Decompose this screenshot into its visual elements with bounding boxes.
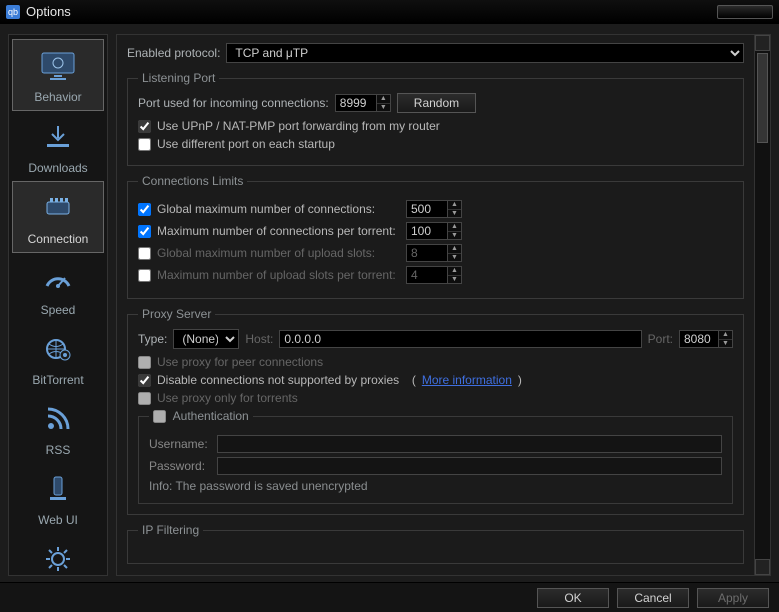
- random-port-button[interactable]: Random: [397, 93, 476, 113]
- password-info-text: Info: The password is saved unencrypted: [149, 479, 722, 493]
- window-controls[interactable]: [717, 5, 773, 19]
- proxy-disable-unsupported-checkbox[interactable]: [138, 374, 151, 387]
- sidebar-item-bittorrent[interactable]: BitTorrent: [12, 323, 104, 393]
- different-port-checkbox[interactable]: [138, 138, 151, 151]
- category-sidebar: Behavior Downloads Connection Speed: [8, 34, 108, 576]
- sidebar-item-label: Web UI: [14, 513, 102, 527]
- gear-icon: [34, 539, 82, 579]
- dialog-footer: OK Cancel Apply: [0, 582, 779, 612]
- sidebar-item-speed[interactable]: Speed: [12, 253, 104, 323]
- upnp-checkbox[interactable]: [138, 120, 151, 133]
- authentication-group: Authentication Username: Password: Info:…: [138, 409, 733, 504]
- sidebar-item-webui[interactable]: Web UI: [12, 463, 104, 533]
- sidebar-item-label: Downloads: [14, 161, 102, 175]
- username-input: [217, 435, 722, 453]
- server-icon: [34, 469, 82, 509]
- rss-icon: [34, 399, 82, 439]
- proxy-torrents-only-checkbox: [138, 392, 151, 405]
- username-label: Username:: [149, 437, 211, 451]
- window-title: Options: [26, 4, 71, 19]
- settings-panel: Enabled protocol: TCP and μTP Listening …: [116, 34, 771, 576]
- global-max-upload-slots-checkbox[interactable]: [138, 247, 151, 260]
- more-information-link[interactable]: More information: [422, 373, 512, 387]
- sidebar-item-label: RSS: [14, 443, 102, 457]
- protocol-select[interactable]: TCP and μTP: [226, 43, 744, 63]
- different-port-label: Use different port on each startup: [157, 137, 335, 151]
- ip-filtering-group: IP Filtering: [127, 523, 744, 564]
- app-icon: qb: [6, 5, 20, 19]
- globe-gear-icon: [34, 329, 82, 369]
- authentication-legend: Authentication: [149, 409, 253, 423]
- protocol-label: Enabled protocol:: [127, 46, 220, 60]
- scroll-thumb[interactable]: [757, 53, 768, 143]
- download-icon: [34, 117, 82, 157]
- connection-icon: [34, 188, 82, 228]
- sidebar-item-label: Speed: [14, 303, 102, 317]
- global-max-upload-slots-label: Global maximum number of upload slots:: [157, 246, 375, 260]
- sidebar-item-label: Behavior: [15, 90, 101, 104]
- connections-limits-legend: Connections Limits: [138, 174, 247, 188]
- upnp-label: Use UPnP / NAT-PMP port forwarding from …: [157, 119, 440, 133]
- sidebar-item-label: BitTorrent: [14, 373, 102, 387]
- max-conn-per-torrent-checkbox[interactable]: [138, 225, 151, 238]
- proxy-disable-unsupported-label: Disable connections not supported by pro…: [157, 373, 399, 387]
- max-conn-per-torrent-input[interactable]: [406, 222, 448, 240]
- spinner-arrows: ▲▼: [448, 266, 462, 284]
- proxy-server-legend: Proxy Server: [138, 307, 215, 321]
- global-max-conn-input[interactable]: [406, 200, 448, 218]
- sidebar-item-rss[interactable]: RSS: [12, 393, 104, 463]
- proxy-host-input: [279, 330, 641, 348]
- sidebar-item-downloads[interactable]: Downloads: [12, 111, 104, 181]
- global-max-conn-label: Global maximum number of connections:: [157, 202, 375, 216]
- incoming-port-label: Port used for incoming connections:: [138, 96, 329, 110]
- ok-button[interactable]: OK: [537, 588, 609, 608]
- cancel-button[interactable]: Cancel: [617, 588, 689, 608]
- ip-filtering-legend: IP Filtering: [138, 523, 203, 537]
- proxy-type-select[interactable]: (None): [173, 329, 239, 349]
- apply-button[interactable]: Apply: [697, 588, 769, 608]
- spinner-arrows: ▲▼: [719, 330, 733, 348]
- scroll-down-button[interactable]: [755, 559, 770, 575]
- global-max-upload-slots-input: [406, 244, 448, 262]
- max-upload-slots-per-torrent-label: Maximum number of upload slots per torre…: [157, 268, 396, 282]
- proxy-server-group: Proxy Server Type: (None) Host: Port: ▲▼: [127, 307, 744, 515]
- proxy-port-label: Port:: [648, 332, 673, 346]
- proxy-peer-checkbox: [138, 356, 151, 369]
- incoming-port-input[interactable]: [335, 94, 377, 112]
- sidebar-item-behavior[interactable]: Behavior: [12, 39, 104, 111]
- listening-port-legend: Listening Port: [138, 71, 219, 85]
- max-conn-per-torrent-label: Maximum number of connections per torren…: [157, 224, 396, 238]
- gauge-icon: [34, 259, 82, 299]
- max-upload-slots-per-torrent-checkbox[interactable]: [138, 269, 151, 282]
- authentication-checkbox: [153, 410, 166, 423]
- password-label: Password:: [149, 459, 211, 473]
- max-upload-slots-per-torrent-input: [406, 266, 448, 284]
- proxy-host-label: Host:: [245, 332, 273, 346]
- spinner-arrows[interactable]: ▲▼: [448, 200, 462, 218]
- global-max-conn-checkbox[interactable]: [138, 203, 151, 216]
- monitor-icon: [34, 46, 82, 86]
- password-input: [217, 457, 722, 475]
- proxy-torrents-only-label: Use proxy only for torrents: [157, 391, 298, 405]
- spinner-arrows[interactable]: ▲▼: [448, 222, 462, 240]
- spinner-arrows: ▲▼: [448, 244, 462, 262]
- proxy-port-input: [679, 330, 719, 348]
- scroll-up-button[interactable]: [755, 35, 770, 51]
- listening-port-group: Listening Port Port used for incoming co…: [127, 71, 744, 166]
- sidebar-item-label: Connection: [15, 232, 101, 246]
- proxy-type-label: Type:: [138, 332, 167, 346]
- proxy-peer-label: Use proxy for peer connections: [157, 355, 323, 369]
- connections-limits-group: Connections Limits Global maximum number…: [127, 174, 744, 299]
- titlebar: qb Options: [0, 0, 779, 24]
- scroll-track[interactable]: [755, 51, 770, 559]
- sidebar-item-connection[interactable]: Connection: [12, 181, 104, 253]
- vertical-scrollbar[interactable]: [754, 35, 770, 575]
- spinner-arrows[interactable]: ▲▼: [377, 94, 391, 112]
